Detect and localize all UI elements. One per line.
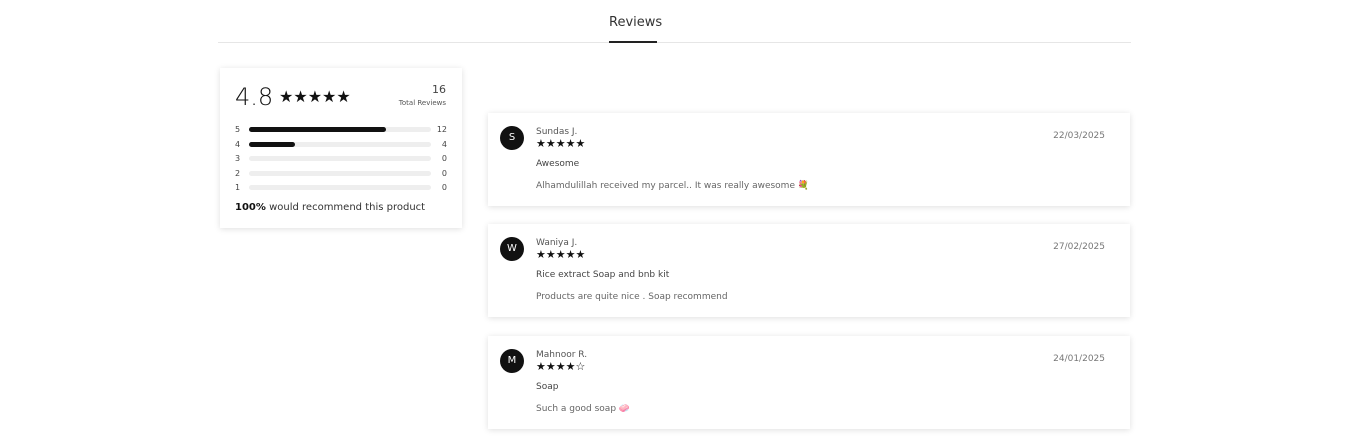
recommend-text: would recommend this product bbox=[269, 202, 426, 213]
rating-row-count: 0 bbox=[441, 168, 447, 178]
review-body: Such a good soap 🧼 bbox=[536, 404, 631, 414]
review-date: 27/02/2025 bbox=[1053, 242, 1105, 252]
review-card: W Waniya J. ★★★★★ 27/02/2025 Rice extrac… bbox=[488, 224, 1130, 317]
review-body: Alhamdulillah received my parcel.. It wa… bbox=[536, 181, 810, 191]
recommend-percent: 100% bbox=[235, 202, 266, 213]
review-stars: ★★★★★ bbox=[536, 137, 586, 150]
avatar: M bbox=[500, 349, 524, 373]
review-title: Soap bbox=[536, 382, 559, 392]
review-stars: ★★★★☆ bbox=[536, 360, 586, 373]
reviewer-name: Waniya J. bbox=[536, 238, 578, 248]
rating-row-count: 4 bbox=[441, 139, 447, 149]
average-rating: 4.8 bbox=[235, 83, 274, 111]
rating-row-1[interactable]: 1 0 bbox=[235, 183, 447, 198]
rating-bar-fill bbox=[249, 141, 295, 147]
reviewer-name: Mahnoor R. bbox=[536, 350, 588, 360]
rating-bar-track bbox=[249, 156, 431, 161]
total-reviews-count: 16 bbox=[432, 83, 446, 96]
rating-row-3[interactable]: 3 0 bbox=[235, 154, 447, 169]
review-card: S Sundas J. ★★★★★ 22/03/2025 Awesome Alh… bbox=[488, 113, 1130, 206]
rating-bar-fill bbox=[249, 127, 386, 132]
rating-bar-track bbox=[249, 185, 431, 190]
rating-row-star: 5 bbox=[235, 125, 241, 134]
rating-row-star: 1 bbox=[235, 183, 241, 192]
rating-summary-card: 4.8 ★★★★★ 16 Total Reviews 5 12 4 4 3 0 … bbox=[220, 68, 462, 228]
rating-row-count: 12 bbox=[436, 125, 447, 134]
review-date: 24/01/2025 bbox=[1053, 354, 1105, 364]
rating-row-count: 0 bbox=[441, 154, 447, 163]
rating-row-2[interactable]: 2 0 bbox=[235, 169, 447, 184]
total-reviews-label: Total Reviews bbox=[398, 99, 446, 107]
rating-row-star: 2 bbox=[235, 168, 241, 178]
rating-row-star: 4 bbox=[235, 139, 241, 149]
review-stars: ★★★★★ bbox=[536, 248, 586, 261]
review-card: M Mahnoor R. ★★★★☆ 24/01/2025 Soap Such … bbox=[488, 336, 1130, 429]
rating-bar-track bbox=[249, 170, 431, 176]
tab-reviews[interactable]: Reviews bbox=[609, 14, 662, 43]
review-date: 22/03/2025 bbox=[1053, 131, 1105, 141]
rating-bar-track bbox=[249, 127, 431, 132]
rating-bar-track bbox=[249, 141, 431, 147]
tab-bar: Reviews bbox=[218, 0, 1131, 43]
rating-breakdown: 5 12 4 4 3 0 2 0 1 0 bbox=[235, 125, 447, 198]
recommend-summary: 100% would recommend this product bbox=[235, 202, 425, 213]
review-title: Rice extract Soap and bnb kit bbox=[536, 270, 670, 280]
rating-row-5[interactable]: 5 12 bbox=[235, 125, 447, 140]
review-body: Products are quite nice . Soap recommend bbox=[536, 292, 728, 302]
review-title: Awesome bbox=[536, 159, 580, 169]
avatar: S bbox=[500, 126, 524, 150]
reviewer-name: Sundas J. bbox=[536, 127, 578, 137]
rating-row-count: 0 bbox=[441, 183, 447, 192]
average-stars: ★★★★★ bbox=[279, 87, 351, 106]
rating-row-star: 3 bbox=[235, 154, 241, 163]
rating-row-4[interactable]: 4 4 bbox=[235, 140, 447, 155]
avatar: W bbox=[500, 237, 524, 261]
